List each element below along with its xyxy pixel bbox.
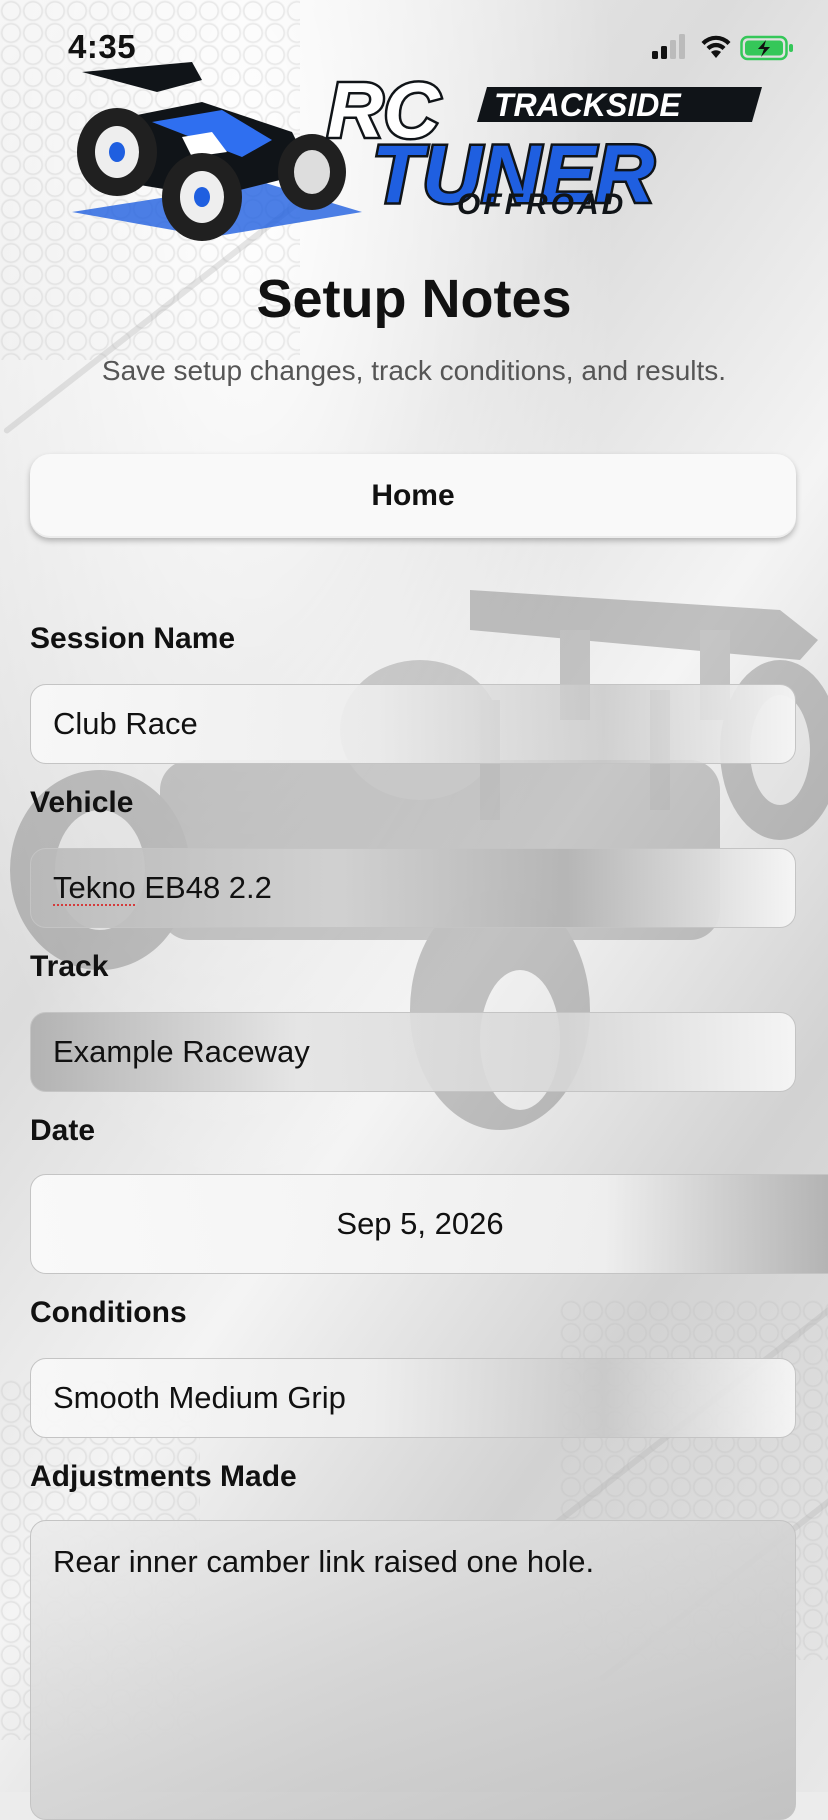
battery-charging-icon [740,35,793,61]
date-value: Sep 5, 2026 [336,1206,504,1241]
date-label: Date [30,1114,96,1147]
vehicle-label: Vehicle [30,786,134,819]
conditions-input[interactable]: Smooth Medium Grip [30,1358,796,1438]
session-name-value: Club Race [53,706,198,741]
track-value: Example Raceway [53,1034,310,1069]
home-button[interactable]: Home [30,454,796,538]
logo-offroad-text: OFFROAD [457,188,626,221]
page-title: Setup Notes [256,269,572,329]
session-name-label: Session Name [30,622,236,655]
status-bar: 4:35 [0,0,828,100]
cellular-signal-icon [652,34,685,59]
vehicle-input[interactable]: Tekno EB48 2.2 [30,848,796,928]
status-time: 4:35 [68,28,137,65]
session-name-input[interactable]: Club Race [30,684,796,764]
conditions-value: Smooth Medium Grip [53,1380,346,1415]
adjustments-textarea[interactable]: Rear inner camber link raised one hole. [30,1520,796,1820]
adjustments-value: Rear inner camber link raised one hole. [53,1544,595,1579]
wifi-icon [701,35,731,58]
page-subtitle: Save setup changes, track conditions, an… [101,355,727,386]
conditions-label: Conditions [30,1296,187,1329]
track-input[interactable]: Example Raceway [30,1012,796,1092]
date-picker[interactable]: Sep 5, 2026 [30,1174,828,1274]
adjustments-label: Adjustments Made [30,1460,297,1493]
spellcheck-word: Tekno [53,870,136,905]
vehicle-value: Tekno EB48 2.2 [53,870,272,905]
track-label: Track [30,950,109,983]
